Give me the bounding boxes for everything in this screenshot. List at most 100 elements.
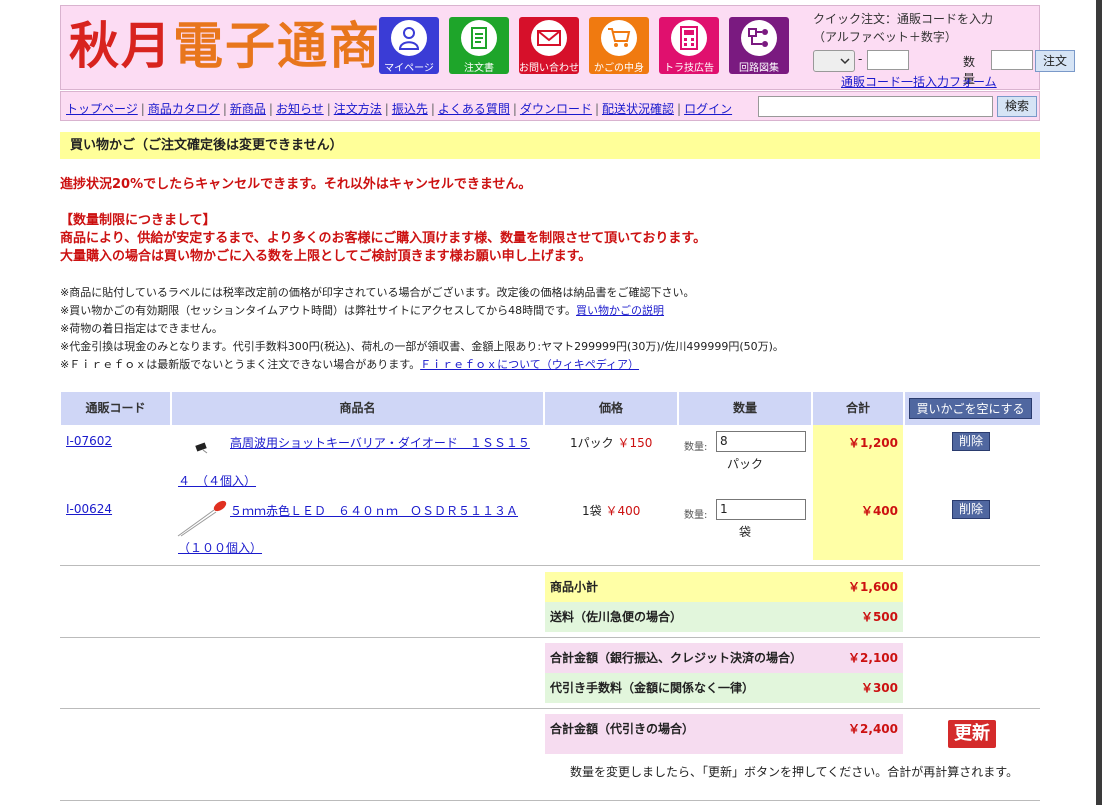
qty-prefix: 数量: xyxy=(684,510,708,521)
nav-separator: | xyxy=(430,102,435,116)
main-nav: トップページ | 商品カタログ | 新商品 | お知らせ | 注文方法 | 振込先 | よくある質問 | ダ… xyxy=(60,91,1040,121)
quick-order-dash: - xyxy=(858,52,863,66)
item-unit: 1袋 xyxy=(582,504,602,518)
quick-order-heading: クイック注文：通販コードを入力 xyxy=(813,12,994,26)
nav-separator: | xyxy=(326,102,331,116)
cart-help-link[interactable]: 買い物かごの説明 xyxy=(576,304,664,317)
subtotal-value: ￥1,600 xyxy=(813,572,903,602)
col-header-code: 通販コード xyxy=(61,392,170,425)
item-name-link[interactable]: 高周波用ショットキーバリア・ダイオード １ＳＳ１５ xyxy=(230,434,530,451)
nav-link[interactable]: ダウンロード xyxy=(520,102,592,116)
item-code-link[interactable]: I-00624 xyxy=(66,502,112,516)
cart-contents-label: かごの中身 xyxy=(594,63,644,74)
total-cod-value: ￥2,400 xyxy=(813,714,903,754)
item-name-link-cont[interactable]: （１００個入） xyxy=(178,539,262,556)
diode-image[interactable] xyxy=(193,441,211,455)
item-unit: 1パック xyxy=(570,436,614,450)
divider xyxy=(60,565,1040,566)
item-total: ￥400 xyxy=(860,504,898,518)
item-price: ￥400 xyxy=(605,504,641,518)
cod-fee-label: 代引き手数料（金額に関係なく一律） xyxy=(545,673,813,703)
mypage-label: マイページ xyxy=(384,63,434,74)
quick-order-prefix-select[interactable] xyxy=(813,50,855,72)
nav-link[interactable]: よくある質問 xyxy=(438,102,510,116)
update-note: 数量を変更しましたら、「更新」ボタンを押してください。合計が再計算されます。 xyxy=(570,765,1019,779)
col-header-qty: 数量 xyxy=(679,392,811,425)
cart-icon xyxy=(601,20,637,56)
cancel-notice: 進捗状況20%でしたらキャンセルできます。それ以外はキャンセルできません。 xyxy=(60,177,532,192)
cart-title: 買い物かご（ご注文確定後は変更できません） xyxy=(60,132,1040,159)
limit-notice-1: 商品により、供給が安定するまで、より多くのお客様にご購入頂けます様、数量を制限さ… xyxy=(60,231,707,246)
nav-link[interactable]: 配送状況確認 xyxy=(602,102,674,116)
logo-text-2: 電子通商 xyxy=(173,16,381,75)
divider xyxy=(60,637,1040,638)
col-header-name: 商品名 xyxy=(172,392,543,425)
nav-separator: | xyxy=(512,102,517,116)
qty-input[interactable]: 8 xyxy=(716,431,806,452)
item-name-link[interactable]: ５ｍｍ赤色ＬＥＤ ６４０ｎｍ ＯＳＤＲ５１１３Ａ xyxy=(230,502,518,519)
site-logo[interactable]: 秋月電子通商 xyxy=(69,16,381,76)
quick-order-qty-input[interactable] xyxy=(991,50,1033,70)
delete-button[interactable]: 削除 xyxy=(952,432,990,451)
nav-link[interactable]: トップページ xyxy=(66,102,138,116)
nav-link[interactable]: 振込先 xyxy=(392,102,428,116)
quick-order-button[interactable]: 注文 xyxy=(1035,50,1075,72)
order-form-button[interactable]: 注文書 xyxy=(449,17,509,74)
order-form-icon xyxy=(461,20,497,56)
cod-fee-value: ￥300 xyxy=(813,673,903,703)
nav-separator: | xyxy=(677,102,682,116)
contact-label: お問い合わせ xyxy=(519,63,579,74)
delete-button[interactable]: 削除 xyxy=(952,500,990,519)
total-bank-label: 合計金額（銀行振込、クレジット決済の場合） xyxy=(545,643,813,673)
note-firefox: ※Ｆｉｒｅｆｏｘは最新版でないとうまく注文できない場合があります。Ｆｉｒｅｆｏｘ… xyxy=(60,356,784,374)
search-button[interactable]: 検索 xyxy=(997,96,1037,117)
note-price-label: ※商品に貼付しているラベルには税率改定前の価格が印字されている場合がございます。… xyxy=(60,286,695,299)
bulk-order-link[interactable]: 通販コード一括入力フォーム xyxy=(841,73,997,90)
contact-button[interactable]: お問い合わせ xyxy=(519,17,579,74)
circuit-collection-button[interactable]: 回路図集 xyxy=(729,17,789,74)
empty-cart-button[interactable]: 買いかごを空にする xyxy=(909,398,1032,419)
search-input[interactable] xyxy=(758,96,993,117)
total-cod-label: 合計金額（代引きの場合） xyxy=(545,714,813,754)
cart-contents-button[interactable]: かごの中身 xyxy=(589,17,649,74)
person-icon xyxy=(391,20,427,56)
nav-separator: | xyxy=(594,102,599,116)
nav-links: トップページ | 商品カタログ | 新商品 | お知らせ | 注文方法 | 振込先 | よくある質問 | ダ… xyxy=(66,100,732,117)
nav-link[interactable]: ログイン xyxy=(684,102,732,116)
note-delivery-date: ※荷物の着日指定はできません。 xyxy=(60,322,223,335)
footer-divider xyxy=(60,800,1040,806)
update-button[interactable]: 更新 xyxy=(948,720,996,748)
note-cod: ※代金引換は現金のみとなります。代引手数料300円(税込)、荷札の一部が領収書、… xyxy=(60,340,784,353)
nav-separator: | xyxy=(268,102,273,116)
shipping-label: 送料（佐川急便の場合） xyxy=(545,602,813,632)
nav-separator: | xyxy=(140,102,145,116)
circuit-icon xyxy=(741,20,777,56)
mypage-button[interactable]: マイページ xyxy=(379,17,439,74)
item-total: ￥1,200 xyxy=(848,436,898,450)
quick-order-hint: （アルファベット＋数字） xyxy=(813,30,957,44)
total-bank-value: ￥2,100 xyxy=(813,643,903,673)
item-unit-price: 1パック ￥150 xyxy=(570,434,652,451)
qty-input[interactable]: 1 xyxy=(716,499,806,520)
nav-link[interactable]: 商品カタログ xyxy=(148,102,220,116)
item-code-link[interactable]: I-07602 xyxy=(66,434,112,448)
toragi-ad-button[interactable]: トラ技広告 xyxy=(659,17,719,74)
item-unit-price: 1袋 ￥400 xyxy=(582,502,640,519)
nav-link[interactable]: 注文方法 xyxy=(334,102,382,116)
window-edge xyxy=(1096,0,1102,805)
cart-notes: ※商品に貼付しているラベルには税率改定前の価格が印字されている場合がございます。… xyxy=(60,284,784,374)
col-header-total: 合計 xyxy=(813,392,903,425)
quick-order-code-input[interactable] xyxy=(867,50,909,70)
led-image[interactable] xyxy=(176,498,228,538)
circuit-collection-label: 回路図集 xyxy=(739,63,779,74)
mail-icon xyxy=(531,20,567,56)
note-session: ※買い物かごの有効期限（セッションタイムアウト時間）は弊社サイトにアクセスしてか… xyxy=(60,302,784,320)
item-name-link-cont[interactable]: ４ （４個入） xyxy=(178,472,256,489)
divider xyxy=(60,708,1040,709)
firefox-wiki-link[interactable]: Ｆｉｒｅｆｏｘについて（ウィキペディア） xyxy=(420,358,639,371)
note-firefox-text: ※Ｆｉｒｅｆｏｘは最新版でないとうまく注文できない場合があります。 xyxy=(60,358,421,371)
calculator-icon xyxy=(671,20,707,56)
nav-link[interactable]: お知らせ xyxy=(276,102,324,116)
shipping-value: ￥500 xyxy=(813,602,903,632)
nav-link[interactable]: 新商品 xyxy=(230,102,266,116)
